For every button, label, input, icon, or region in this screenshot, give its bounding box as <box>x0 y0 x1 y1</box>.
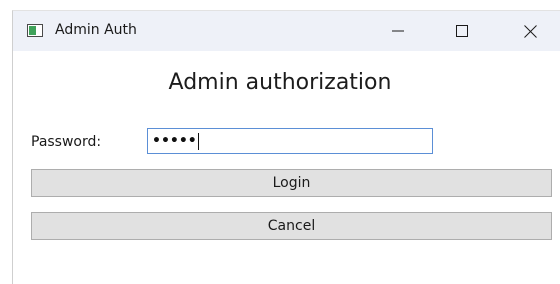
maximize-button[interactable] <box>439 11 485 51</box>
page-title: Admin authorization <box>168 70 392 95</box>
app-window-icon <box>27 24 43 37</box>
password-masked-value: ••••• <box>152 133 197 149</box>
window-title: Admin Auth <box>55 22 137 38</box>
close-icon <box>523 24 537 38</box>
maximize-icon <box>456 25 468 37</box>
minimize-icon <box>392 30 404 32</box>
text-caret <box>197 132 199 150</box>
minimize-button[interactable] <box>375 11 421 51</box>
password-label: Password: <box>31 134 102 150</box>
password-field[interactable]: ••••• <box>147 128 433 154</box>
close-button[interactable] <box>507 11 553 51</box>
cancel-button[interactable]: Cancel <box>31 212 552 240</box>
title-bar[interactable]: Admin Auth <box>13 11 560 51</box>
login-button[interactable]: Login <box>31 169 552 197</box>
